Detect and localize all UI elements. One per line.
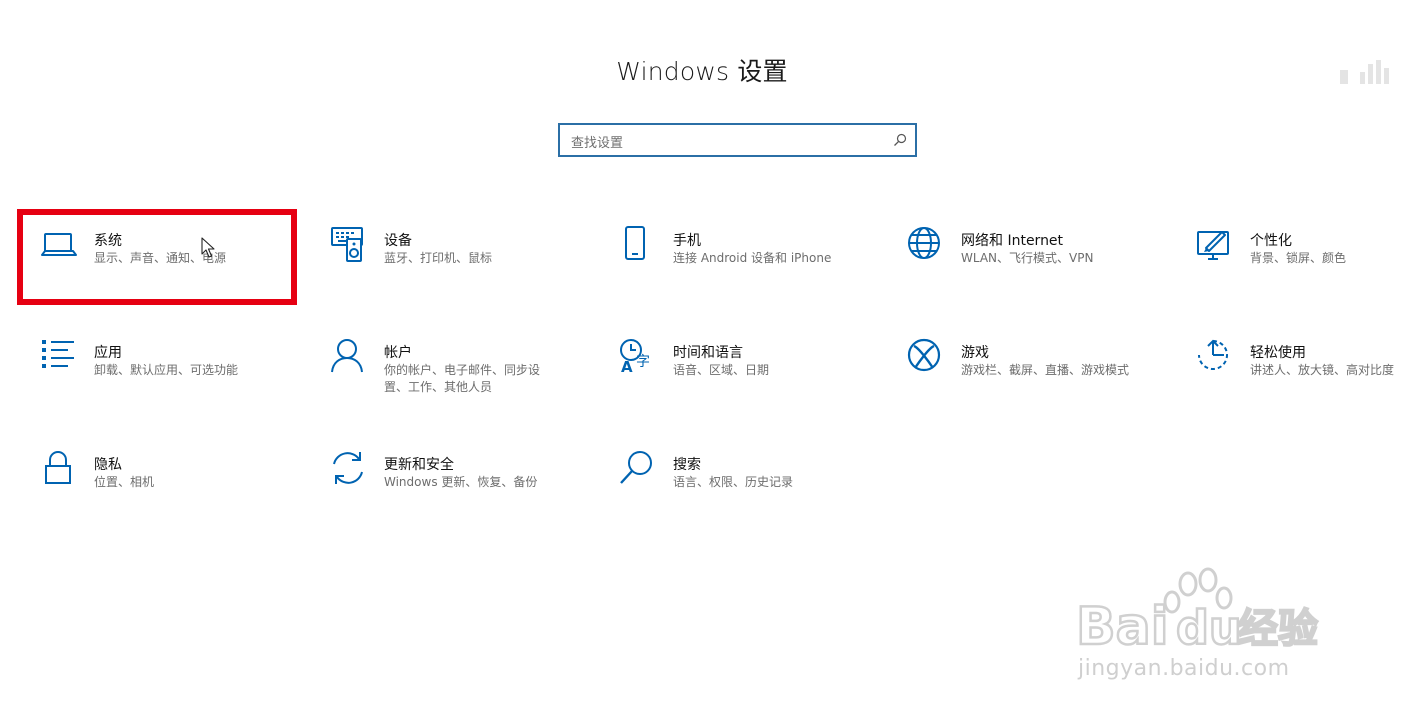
search-magnifier-icon [619, 450, 657, 488]
tile-desc: 连接 Android 设备和 iPhone [673, 251, 832, 265]
tile-title: 轻松使用 [1250, 345, 1306, 361]
tile-phone[interactable]: 手机 连接 Android 设备和 iPhone [619, 226, 889, 316]
tile-title: 个性化 [1250, 233, 1292, 249]
search-placeholder: 查找设置 [571, 136, 624, 151]
tile-title: 隐私 [94, 457, 122, 473]
person-icon [330, 338, 368, 376]
page-title: Windows 设置 [616, 57, 788, 86]
tile-title: 搜索 [673, 457, 701, 473]
tile-privacy[interactable]: 隐私 位置、相机 [40, 450, 310, 540]
tile-network[interactable]: 网络和 Internet WLAN、飞行模式、VPN [907, 226, 1177, 316]
devices-icon [330, 226, 368, 264]
tile-search[interactable]: 搜索 语言、权限、历史记录 [619, 450, 889, 540]
tile-desc: 蓝牙、打印机、鼠标 [384, 251, 493, 265]
svg-text:经验: 经验 [1238, 606, 1318, 652]
corner-artifact [1340, 60, 1389, 84]
svg-text:du: du [1176, 601, 1242, 655]
tile-personalization[interactable]: 个性化 背景、锁屏、颜色 [1196, 226, 1404, 316]
tile-desc: 背景、锁屏、颜色 [1250, 251, 1347, 265]
tile-desc: 你的帐户、电子邮件、同步设置、工作、其他人员 [384, 363, 541, 394]
phone-icon [619, 226, 657, 264]
time-language-icon: A字 [619, 338, 657, 376]
tile-title: 网络和 Internet [961, 233, 1064, 249]
tile-desc: 卸载、默认应用、可选功能 [94, 363, 239, 377]
apps-list-icon [40, 338, 78, 376]
tile-title: 帐户 [384, 345, 412, 361]
tile-accounts[interactable]: 帐户 你的帐户、电子邮件、同步设置、工作、其他人员 [330, 338, 600, 428]
xbox-icon [907, 338, 945, 376]
tile-desc: 语言、权限、历史记录 [673, 475, 794, 489]
tile-apps[interactable]: 应用 卸载、默认应用、可选功能 [40, 338, 310, 428]
tile-desc: Windows 更新、恢复、备份 [384, 475, 538, 489]
tile-title: 设备 [384, 233, 412, 249]
tile-title: 游戏 [961, 345, 989, 361]
tile-desc: 位置、相机 [94, 475, 155, 489]
svg-text:字: 字 [636, 354, 650, 370]
search-icon[interactable] [893, 133, 907, 147]
tile-desc: WLAN、飞行模式、VPN [961, 251, 1094, 265]
tile-title: 更新和安全 [384, 457, 454, 473]
tile-gaming[interactable]: 游戏 游戏栏、截屏、直播、游戏模式 [907, 338, 1177, 428]
tile-desc: 语音、区域、日期 [673, 363, 770, 377]
tile-title: 时间和语言 [673, 345, 743, 361]
globe-icon [907, 226, 945, 264]
svg-text:A: A [621, 358, 633, 376]
highlight-box [17, 209, 297, 305]
mouse-cursor-icon [201, 237, 215, 258]
tile-ease-of-access[interactable]: 轻松使用 讲述人、放大镜、高对比度 [1196, 338, 1404, 428]
tile-update-security[interactable]: 更新和安全 Windows 更新、恢复、备份 [330, 450, 600, 540]
tile-title: 应用 [94, 345, 122, 361]
search-input[interactable]: 查找设置 [558, 123, 917, 157]
tile-time-language[interactable]: A字 时间和语言 语音、区域、日期 [619, 338, 889, 428]
ease-of-access-icon [1196, 338, 1234, 376]
tile-desc: 讲述人、放大镜、高对比度 [1250, 363, 1395, 377]
tile-desc: 游戏栏、截屏、直播、游戏模式 [961, 363, 1130, 377]
watermark-url: jingyan.baidu.com [1078, 656, 1290, 681]
svg-text:Bai: Bai [1076, 597, 1169, 657]
paint-icon [1196, 226, 1234, 264]
tile-devices[interactable]: 设备 蓝牙、打印机、鼠标 [330, 226, 600, 316]
tile-title: 手机 [673, 233, 701, 249]
update-icon [330, 450, 368, 488]
lock-icon [40, 450, 78, 488]
